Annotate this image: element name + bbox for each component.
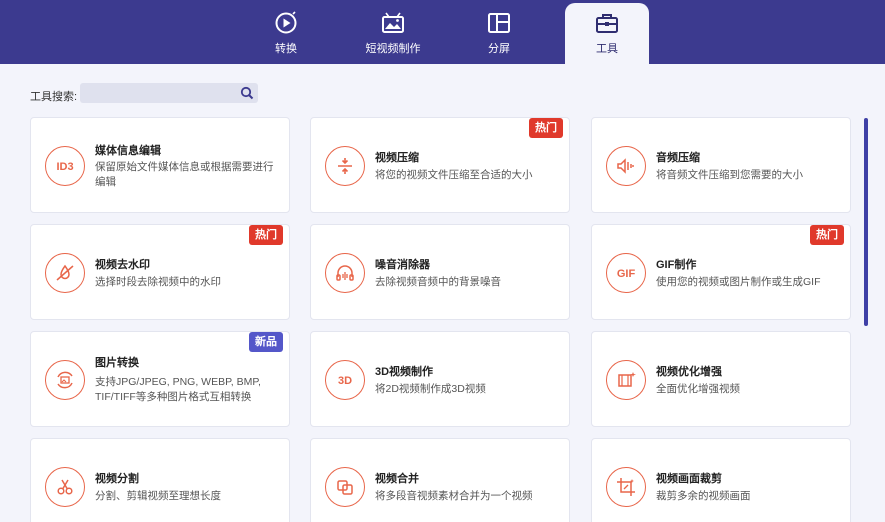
tool-card-3d-video[interactable]: 3D 3D视频制作 将2D视频制作成3D视频 [310,331,570,427]
tool-description: 将您的视频文件压缩至合适的大小 [375,169,533,181]
tool-title: 视频画面裁剪 [656,473,722,485]
search-icon[interactable] [240,86,254,100]
hot-badge: 热门 [249,225,283,245]
tab-split-screen[interactable]: 分屏 [468,6,530,64]
tool-description: 分割、剪辑视频至理想长度 [95,490,221,502]
crop-icon [606,467,646,507]
toolbox-icon [596,14,618,33]
search-label: 工具搜索: [30,91,78,103]
tool-title: 视频优化增强 [656,366,722,378]
search-input[interactable] [80,83,258,103]
tool-description: 保留原始文件媒体信息或根据需要进行编辑 [95,161,274,188]
tool-description: 将2D视频制作成3D视频 [375,383,486,395]
enhance-icon [606,360,646,400]
image-convert-icon [45,360,85,400]
tool-card-audio-compress[interactable]: 音频压缩 将音频文件压缩到您需要的大小 [591,117,851,213]
tv-image-icon [382,12,404,33]
tool-card-video-compress[interactable]: 热门 视频压缩 将您的视频文件压缩至合适的大小 [310,117,570,213]
tool-title: 音频压缩 [656,152,700,164]
tool-title: 视频去水印 [95,259,150,271]
tool-description: 裁剪多余的视频画面 [656,490,751,502]
vertical-scrollbar[interactable] [864,118,868,326]
gif-icon: GIF [606,253,646,293]
svg-text:3D: 3D [338,375,352,387]
tool-card-image-convert[interactable]: 新品 图片转换 支持JPG/JPEG, PNG, WEBP, BMP, TIF/… [30,331,290,427]
tool-title: 视频压缩 [375,152,419,164]
tool-description: 选择时段去除视频中的水印 [95,276,221,288]
tab-tools-label: 工具 [596,43,618,55]
top-navigation-bar: 转换 短视频制作 分屏 工具 [0,0,885,64]
tool-card-video-enhance[interactable]: 视频优化增强 全面优化增强视频 [591,331,851,427]
tool-description: 去除视频音频中的背景噪音 [375,276,501,288]
tool-card-noise-remover[interactable]: 噪音消除器 去除视频音频中的背景噪音 [310,224,570,320]
tool-description: 将多段音视频素材合并为一个视频 [375,490,533,502]
compress-icon [325,146,365,186]
tab-split-screen-label: 分屏 [488,43,510,55]
tool-card-video-split[interactable]: 视频分割 分割、剪辑视频至理想长度 [30,438,290,522]
tool-title: 媒体信息编辑 [95,145,161,157]
hot-badge: 热门 [529,118,563,138]
tool-title: 噪音消除器 [375,259,430,271]
tool-title: 视频分割 [95,473,139,485]
merge-icon [325,467,365,507]
tool-description: 支持JPG/JPEG, PNG, WEBP, BMP, TIF/TIFF等多种图… [95,376,261,403]
tool-title: 视频合并 [375,473,419,485]
scissors-icon [45,467,85,507]
tool-card-watermark-remove[interactable]: 热门 视频去水印 选择时段去除视频中的水印 [30,224,290,320]
new-badge: 新品 [249,332,283,352]
tool-description: 全面优化增强视频 [656,383,740,395]
tool-card-video-crop[interactable]: 视频画面裁剪 裁剪多余的视频画面 [591,438,851,522]
audio-compress-icon [606,146,646,186]
tool-title: 3D视频制作 [375,366,434,378]
split-screen-icon [488,13,510,33]
tool-title: GIF制作 [656,259,697,271]
tab-short-video[interactable]: 短视频制作 [356,6,430,64]
tool-description: 将音频文件压缩到您需要的大小 [656,169,803,181]
3d-icon: 3D [325,360,365,400]
tool-card-video-merge[interactable]: 视频合并 将多段音视频素材合并为一个视频 [310,438,570,522]
tab-convert[interactable]: 转换 [256,6,316,64]
svg-text:GIF: GIF [617,268,636,280]
tab-tools[interactable]: 工具 [565,3,649,64]
headphones-icon [325,253,365,293]
id3-icon: ID3 [45,146,85,186]
play-circle-icon [275,11,297,34]
watermark-remove-icon [45,253,85,293]
tab-convert-label: 转换 [275,43,297,55]
tab-short-video-label: 短视频制作 [365,43,421,55]
tool-card-gif-maker[interactable]: 热门 GIF GIF制作 使用您的视频或图片制作或生成GIF [591,224,851,320]
tool-card-media-info[interactable]: ID3 媒体信息编辑 保留原始文件媒体信息或根据需要进行编辑 [30,117,290,213]
hot-badge: 热门 [810,225,844,245]
tool-title: 图片转换 [95,357,139,369]
svg-text:ID3: ID3 [56,161,73,173]
tool-description: 使用您的视频或图片制作或生成GIF [656,276,821,288]
